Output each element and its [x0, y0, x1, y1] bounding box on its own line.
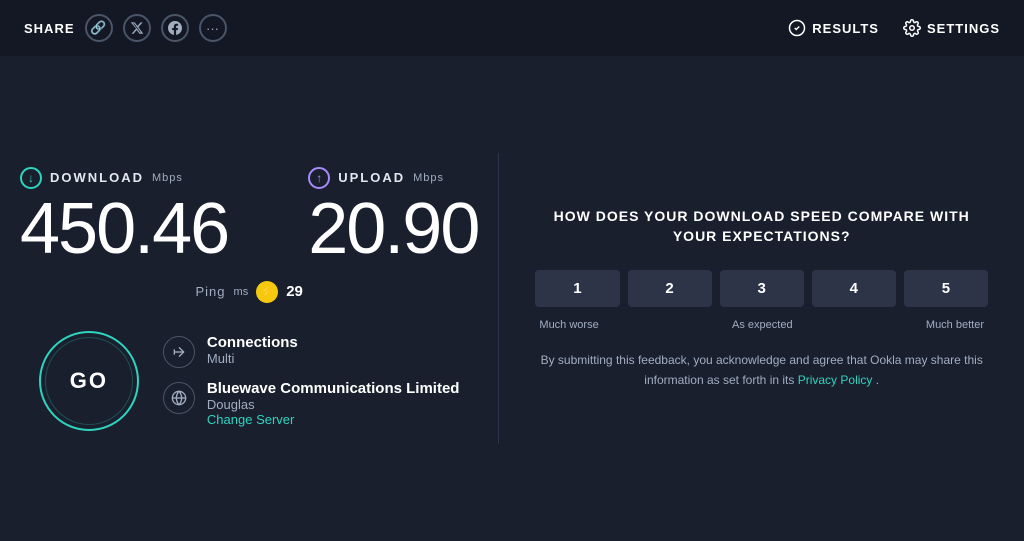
privacy-policy-link[interactable]: Privacy Policy: [798, 373, 873, 387]
download-label: DOWNLOAD: [50, 170, 144, 185]
go-button[interactable]: GO: [39, 331, 139, 431]
ping-unit: ms: [234, 286, 249, 298]
server-info: Connections Multi Bluewave Communication…: [163, 334, 460, 427]
ping-row: Ping ms ⚡ 29: [196, 281, 303, 303]
label-as-expected: As expected: [732, 319, 793, 331]
upload-icon: ↑: [308, 167, 330, 189]
compare-title: HOW DOES YOUR DOWNLOAD SPEED COMPARE WIT…: [535, 207, 988, 246]
rating-labels-row: Much worse As expected Much better: [535, 319, 988, 331]
rating-buttons-row: 1 2 3 4 5: [535, 270, 988, 307]
label-much-worse: Much worse: [539, 319, 598, 331]
upload-block: ↑ UPLOAD Mbps 20.90: [308, 167, 478, 265]
isp-details: Bluewave Communications Limited Douglas …: [207, 380, 460, 427]
ping-label: Ping: [196, 284, 226, 299]
isp-row: Bluewave Communications Limited Douglas …: [163, 380, 460, 427]
rating-button-1[interactable]: 1: [535, 270, 619, 307]
right-panel: HOW DOES YOUR DOWNLOAD SPEED COMPARE WIT…: [499, 56, 1024, 541]
header: SHARE 🔗 ··· RESULTS SETTINGS: [0, 0, 1024, 56]
feedback-text: By submitting this feedback, you acknowl…: [535, 351, 988, 389]
rating-button-3[interactable]: 3: [720, 270, 804, 307]
isp-name: Bluewave Communications Limited: [207, 380, 460, 397]
download-icon: ↓: [20, 167, 42, 189]
isp-icon: [163, 382, 195, 414]
link-icon[interactable]: 🔗: [85, 14, 113, 42]
results-label: RESULTS: [812, 21, 879, 36]
speeds-row: ↓ DOWNLOAD Mbps 450.46 ↑ UPLOAD Mbps 20.…: [20, 167, 478, 265]
download-unit: Mbps: [152, 172, 183, 184]
rating-button-4[interactable]: 4: [812, 270, 896, 307]
rating-button-5[interactable]: 5: [904, 270, 988, 307]
connections-details: Connections Multi: [207, 334, 298, 366]
upload-value: 20.90: [308, 193, 478, 265]
upload-unit: Mbps: [413, 172, 444, 184]
ping-icon: ⚡: [256, 281, 278, 303]
feedback-content: By submitting this feedback, you acknowl…: [541, 353, 983, 386]
download-value: 450.46: [20, 193, 228, 265]
connections-row: Connections Multi: [163, 334, 460, 368]
upload-label: UPLOAD: [338, 170, 405, 185]
label-much-better: Much better: [926, 319, 984, 331]
results-button[interactable]: RESULTS: [788, 19, 879, 37]
feedback-end: .: [876, 373, 879, 387]
more-icon[interactable]: ···: [199, 14, 227, 42]
left-panel: ↓ DOWNLOAD Mbps 450.46 ↑ UPLOAD Mbps 20.…: [0, 56, 498, 541]
isp-location: Douglas: [207, 397, 460, 412]
twitter-icon[interactable]: [123, 14, 151, 42]
rating-button-2[interactable]: 2: [628, 270, 712, 307]
connections-title: Connections: [207, 334, 298, 351]
ping-value: 29: [286, 283, 303, 300]
main-content: ↓ DOWNLOAD Mbps 450.46 ↑ UPLOAD Mbps 20.…: [0, 56, 1024, 541]
connections-value: Multi: [207, 351, 298, 366]
bottom-row: GO Connections Multi: [39, 331, 460, 431]
settings-label: SETTINGS: [927, 21, 1000, 36]
download-block: ↓ DOWNLOAD Mbps 450.46: [20, 167, 228, 265]
header-left: SHARE 🔗 ···: [24, 14, 227, 42]
download-label-row: ↓ DOWNLOAD Mbps: [20, 167, 228, 189]
header-right: RESULTS SETTINGS: [788, 19, 1000, 37]
share-label: SHARE: [24, 21, 75, 36]
upload-label-row: ↑ UPLOAD Mbps: [308, 167, 478, 189]
facebook-icon[interactable]: [161, 14, 189, 42]
change-server-link[interactable]: Change Server: [207, 412, 460, 427]
settings-button[interactable]: SETTINGS: [903, 19, 1000, 37]
connections-icon: [163, 336, 195, 368]
